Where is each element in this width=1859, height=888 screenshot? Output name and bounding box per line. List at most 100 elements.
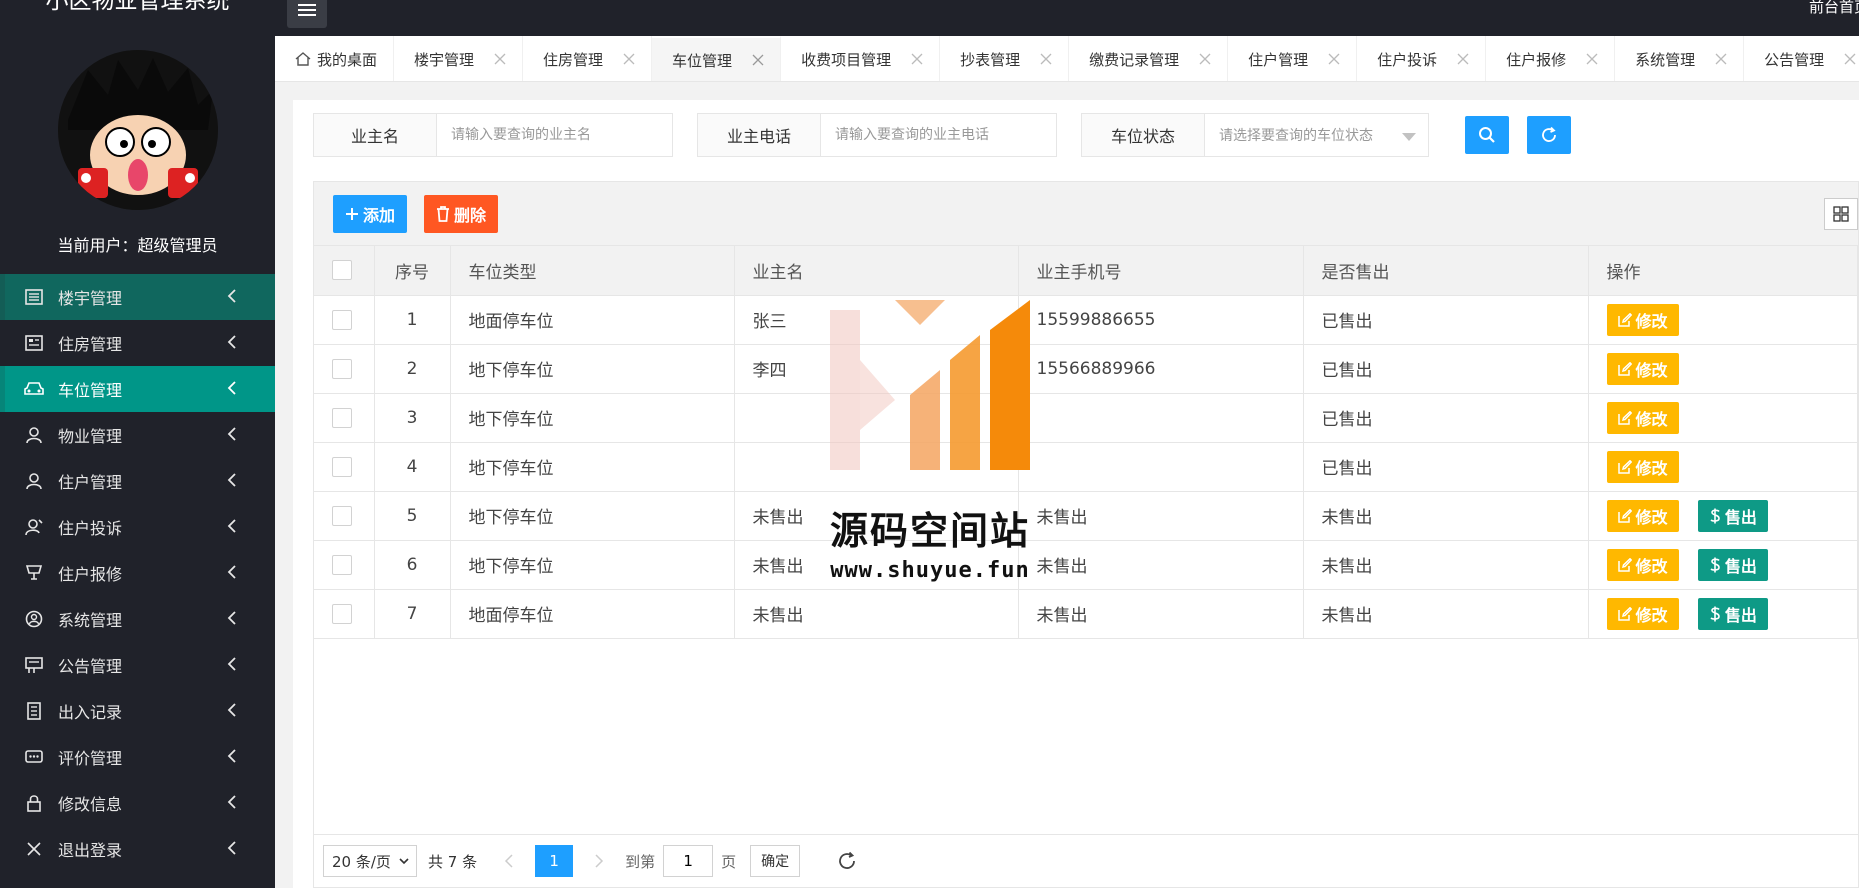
avatar[interactable] <box>57 50 218 210</box>
sidebar-item-system[interactable]: 系统管理 <box>0 596 275 642</box>
sidebar-item-property[interactable]: 物业管理 <box>0 412 275 458</box>
chevron-left-icon <box>505 854 513 868</box>
close-icon[interactable] <box>1040 53 1052 65</box>
delete-button[interactable]: 删除 <box>424 195 499 233</box>
tab-resident[interactable]: 住户管理 <box>1228 36 1358 81</box>
close-icon[interactable] <box>623 53 635 65</box>
goto-confirm-button[interactable]: 确定 <box>750 845 801 877</box>
next-page-button[interactable] <box>589 851 609 871</box>
close-icon[interactable] <box>1844 53 1856 65</box>
tab-notice[interactable]: 公告管理 <box>1744 36 1859 81</box>
prev-page-button[interactable] <box>499 851 519 871</box>
close-icon[interactable] <box>1586 53 1598 65</box>
sidebar-item-review[interactable]: 评价管理 <box>0 734 275 780</box>
row-checkbox[interactable] <box>332 554 352 575</box>
frontpage-link[interactable]: 前台首页 <box>1809 0 1859 17</box>
table-row: 7 地面停车位 未售出 未售出 未售出 修改 售出 <box>314 589 1858 639</box>
page-1-button[interactable]: 1 <box>535 845 574 877</box>
close-icon[interactable] <box>1199 53 1211 65</box>
cell-phone: 15599886655 <box>1018 295 1304 345</box>
row-checkbox[interactable] <box>332 407 352 428</box>
row-checkbox[interactable] <box>332 358 352 379</box>
sidebar-item-access-log[interactable]: 出入记录 <box>0 688 275 734</box>
sidebar-item-label: 住房管理 <box>58 335 123 354</box>
tab-label: 抄表管理 <box>960 50 1021 69</box>
sidebar-item-label: 车位管理 <box>58 381 123 400</box>
comment-icon <box>24 747 44 767</box>
owner-name-input[interactable] <box>437 113 673 157</box>
reset-button[interactable] <box>1527 116 1571 154</box>
row-checkbox[interactable] <box>332 456 352 477</box>
edit-button[interactable]: 修改 <box>1606 450 1679 483</box>
close-icon[interactable] <box>494 53 506 65</box>
tab-house[interactable]: 住房管理 <box>523 36 653 81</box>
edit-button[interactable]: 修改 <box>1606 303 1679 336</box>
row-select-cell <box>314 295 375 345</box>
sidebar-item-logout[interactable]: 退出登录 <box>0 826 275 872</box>
select-all-checkbox[interactable] <box>332 260 352 281</box>
cell-no: 2 <box>374 344 451 394</box>
dollar-icon <box>1710 606 1720 621</box>
search-button[interactable] <box>1465 116 1509 154</box>
dollar-icon <box>1710 557 1720 572</box>
sidebar-item-building[interactable]: 楼宇管理 <box>0 274 275 320</box>
edit-icon <box>1617 508 1632 523</box>
close-icon[interactable] <box>911 53 923 65</box>
cell-no: 5 <box>374 491 451 541</box>
data-table: 添加 删除 序号 车位类型 业主名 业主手机号 是否售出 操作 1 地面停车位 … <box>313 181 1859 888</box>
menu-toggle-button[interactable] <box>287 0 327 28</box>
columns-toggle-button[interactable] <box>1824 198 1858 230</box>
close-icon[interactable] <box>1457 53 1469 65</box>
edit-icon <box>1617 410 1632 425</box>
edit-button[interactable]: 修改 <box>1606 352 1679 385</box>
parking-table: 序号 车位类型 业主名 业主手机号 是否售出 操作 1 地面停车位 张三 155… <box>314 246 1858 639</box>
sidebar-item-repair[interactable]: 住户报修 <box>0 550 275 596</box>
page-size-select[interactable]: 20 条/页 <box>323 845 417 877</box>
tab-building[interactable]: 楼宇管理 <box>394 36 524 81</box>
building-icon <box>24 287 44 307</box>
cell-sold: 已售出 <box>1303 442 1589 492</box>
goto-page-input[interactable] <box>663 845 714 877</box>
row-checkbox[interactable] <box>332 603 352 624</box>
sidebar-item-resident[interactable]: 住户管理 <box>0 458 275 504</box>
tab-fee-items[interactable]: 收费项目管理 <box>781 36 941 81</box>
edit-button[interactable]: 修改 <box>1606 548 1679 581</box>
sell-button[interactable]: 售出 <box>1697 597 1768 630</box>
tab-label: 系统管理 <box>1635 50 1696 69</box>
sell-button[interactable]: 售出 <box>1697 499 1768 532</box>
row-select-cell <box>314 589 375 639</box>
cell-actions: 修改 <box>1588 344 1858 394</box>
close-icon[interactable] <box>752 54 764 66</box>
add-button[interactable]: 添加 <box>333 195 408 233</box>
sell-button[interactable]: 售出 <box>1697 548 1768 581</box>
refresh-icon[interactable] <box>836 850 858 872</box>
table-toolbar: 添加 删除 <box>314 182 1858 246</box>
sidebar-item-complaint[interactable]: 住户投诉 <box>0 504 275 550</box>
grid-icon <box>1833 206 1849 222</box>
owner-phone-input[interactable] <box>821 113 1057 157</box>
close-icon[interactable] <box>1715 53 1727 65</box>
tab-repair[interactable]: 住户报修 <box>1486 36 1616 81</box>
parking-status-select[interactable]: 请选择要查询的车位状态 <box>1205 113 1429 157</box>
tab-system[interactable]: 系统管理 <box>1615 36 1745 81</box>
tab-meter[interactable]: 抄表管理 <box>940 36 1070 81</box>
tab-complaint[interactable]: 住户投诉 <box>1357 36 1487 81</box>
sidebar-item-house[interactable]: 住房管理 <box>0 320 275 366</box>
sidebar-item-parking[interactable]: 车位管理 <box>0 366 275 412</box>
edit-button[interactable]: 修改 <box>1606 401 1679 434</box>
edit-button[interactable]: 修改 <box>1606 597 1679 630</box>
close-icon[interactable] <box>1328 53 1340 65</box>
sidebar-item-notice[interactable]: 公告管理 <box>0 642 275 688</box>
cell-phone: 未售出 <box>1018 491 1304 541</box>
sidebar-item-label: 退出登录 <box>58 841 123 860</box>
sidebar-item-edit-info[interactable]: 修改信息 <box>0 780 275 826</box>
edit-button[interactable]: 修改 <box>1606 499 1679 532</box>
tab-desktop[interactable]: 我的桌面 <box>275 36 395 81</box>
cell-no: 6 <box>374 540 451 590</box>
caret-down-icon <box>1402 133 1416 141</box>
tab-parking[interactable]: 车位管理 <box>652 36 782 81</box>
cell-sold: 已售出 <box>1303 344 1589 394</box>
row-checkbox[interactable] <box>332 309 352 330</box>
tab-payment-records[interactable]: 缴费记录管理 <box>1069 36 1229 81</box>
row-checkbox[interactable] <box>332 505 352 526</box>
